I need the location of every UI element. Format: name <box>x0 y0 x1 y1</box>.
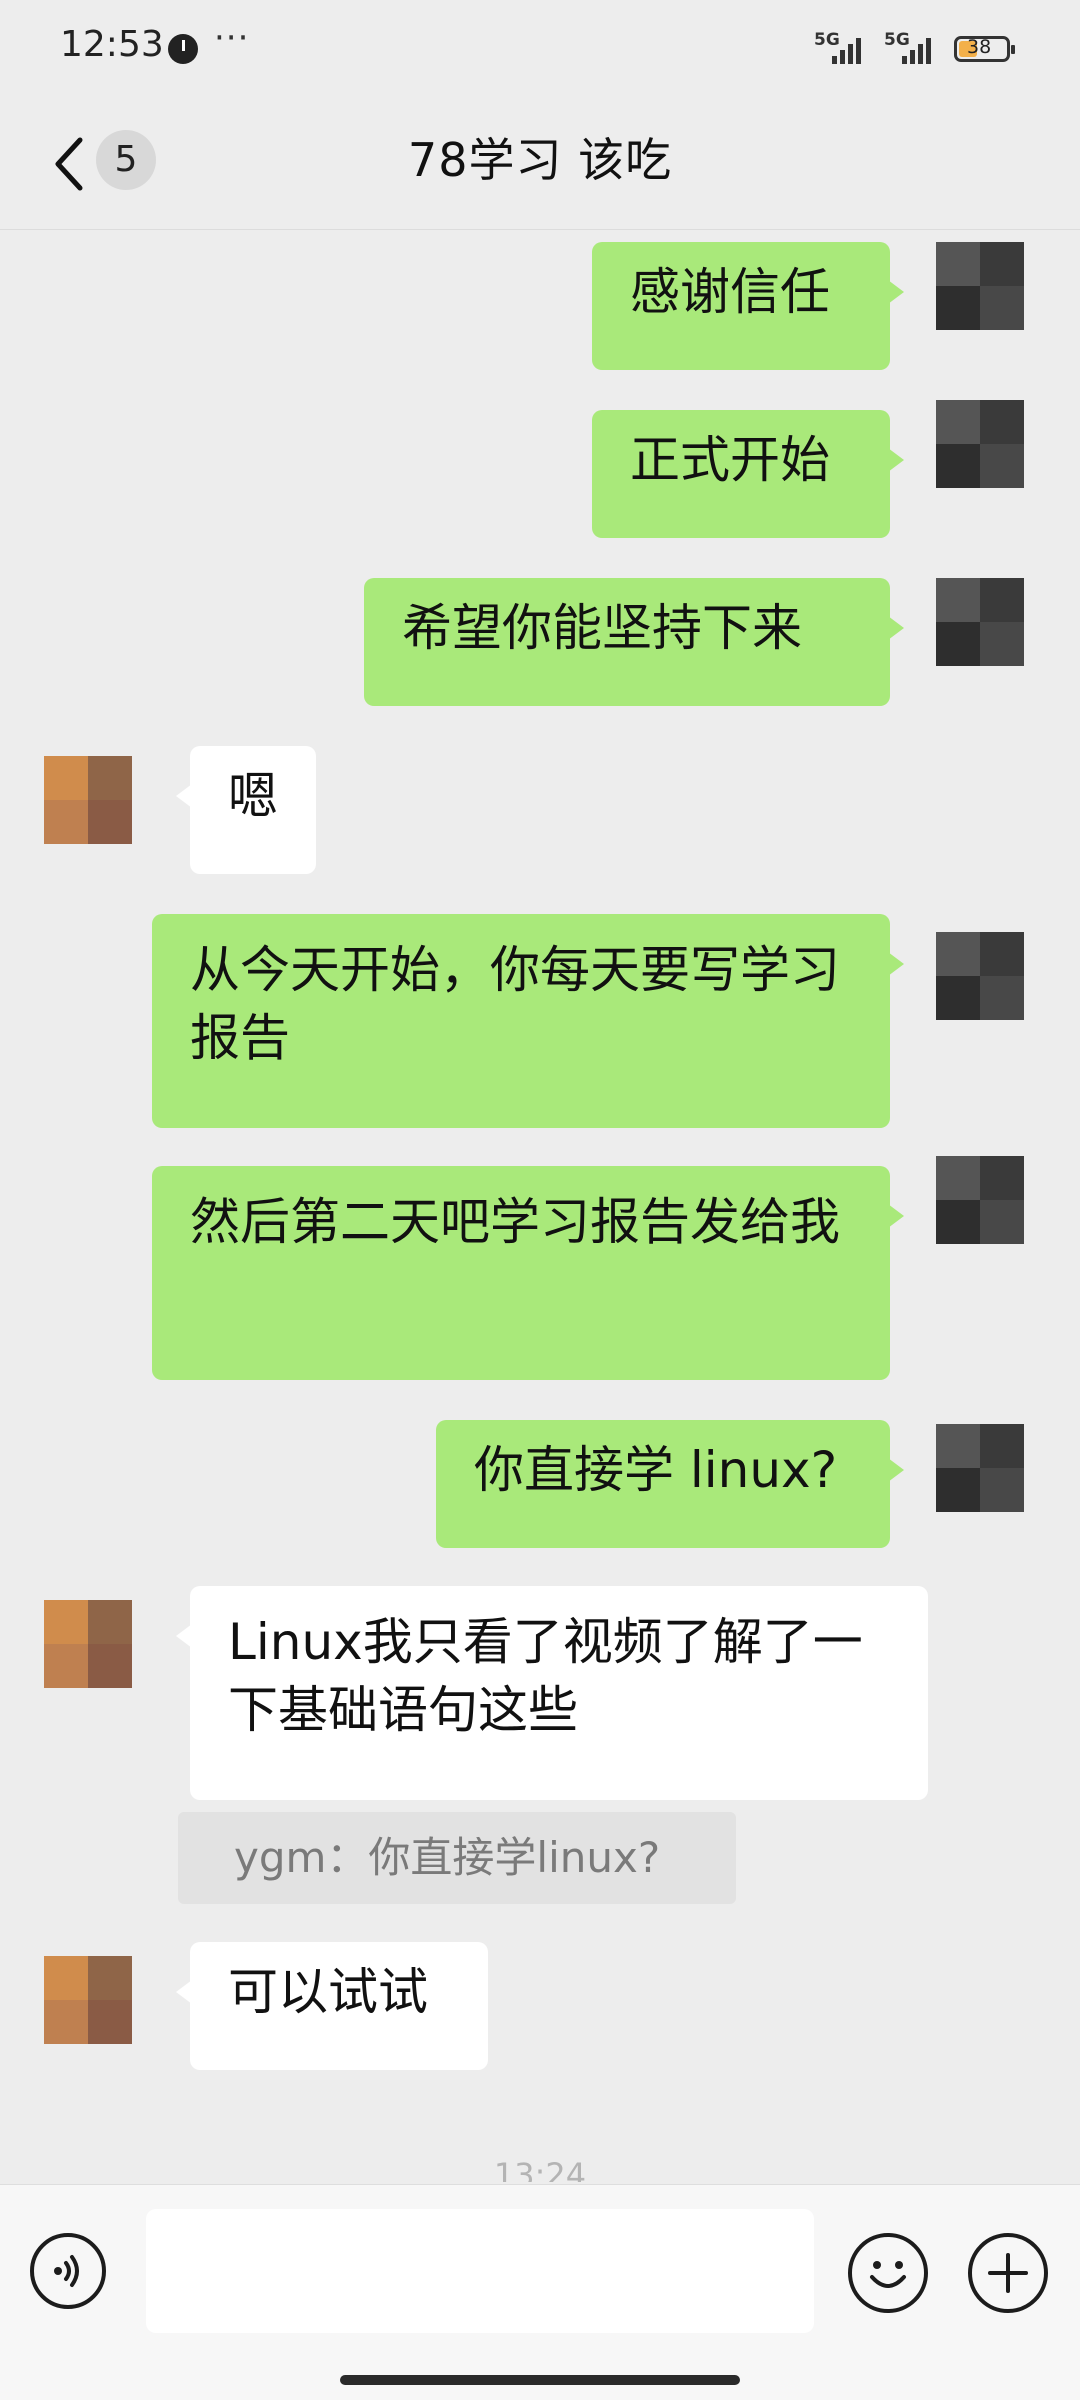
avatar[interactable] <box>936 1156 1024 1244</box>
clock-icon <box>168 34 198 64</box>
voice-icon[interactable] <box>30 2233 106 2309</box>
message-bubble-received[interactable]: 可以试试 <box>176 1942 488 2070</box>
signal-icon: 5G <box>884 30 948 66</box>
battery-icon: 38 <box>954 36 1015 62</box>
avatar[interactable] <box>936 932 1024 1020</box>
message-bubble-sent[interactable]: 希望你能坚持下来 <box>364 578 904 706</box>
avatar[interactable] <box>936 242 1024 330</box>
signal-icon: 5G <box>814 30 878 66</box>
input-bar <box>0 2184 1080 2400</box>
message-bubble-sent[interactable]: 正式开始 <box>592 410 904 538</box>
signal-label: 5G <box>814 30 840 50</box>
more-notifications-icon: ··· <box>214 18 250 58</box>
emoji-icon[interactable] <box>848 2233 928 2313</box>
avatar[interactable] <box>936 1424 1024 1512</box>
signal-label: 5G <box>884 30 910 50</box>
avatar[interactable] <box>44 1956 132 2044</box>
home-indicator[interactable] <box>340 2375 740 2385</box>
plus-icon[interactable] <box>968 2233 1048 2313</box>
message-timestamp: 13:24 <box>493 2156 587 2182</box>
message-input[interactable] <box>146 2209 814 2333</box>
battery-level: 38 <box>967 36 992 58</box>
message-bubble-sent[interactable]: 你直接学 linux? <box>436 1420 904 1548</box>
message-bubble-sent[interactable]: 感谢信任 <box>592 242 904 370</box>
status-time: 12:53 <box>60 24 164 65</box>
quoted-message[interactable]: ygm：你直接学linux? <box>178 1812 736 1904</box>
chat-title: 78学习 该吃 <box>407 133 673 187</box>
avatar[interactable] <box>44 756 132 844</box>
avatar[interactable] <box>936 578 1024 666</box>
status-bar: 12:53 ··· 5G 5G 38 <box>0 0 1080 100</box>
message-bubble-sent[interactable]: 从今天开始，你每天要写学习报告 <box>152 914 904 1128</box>
avatar[interactable] <box>44 1600 132 1688</box>
message-bubble-sent[interactable]: 然后第二天吧学习报告发给我 <box>152 1166 904 1380</box>
avatar[interactable] <box>936 400 1024 488</box>
message-bubble-received[interactable]: 嗯 <box>176 746 316 874</box>
message-bubble-received[interactable]: Linux我只看了视频了解了一下基础语句这些 <box>176 1586 928 1800</box>
